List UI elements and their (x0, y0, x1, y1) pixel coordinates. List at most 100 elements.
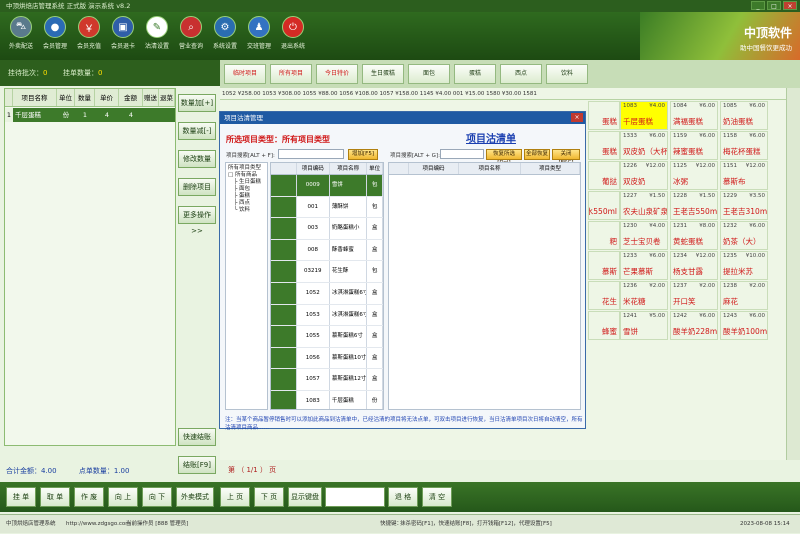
tree-node[interactable]: ├ 生日蛋糕 (228, 179, 265, 186)
product-tile[interactable]: 1228 ¥1.50 王老吉550ml (670, 191, 718, 220)
product-tile-partial[interactable]: 蛋糕 (588, 101, 620, 130)
bottom-button-10[interactable]: 清 空 (422, 487, 452, 507)
product-tile[interactable]: 1229 ¥3.50 王老吉310ml (720, 191, 768, 220)
keyboard-input[interactable] (325, 487, 385, 507)
tree-node[interactable]: ├ 面包 (228, 186, 265, 193)
bottom-button-7[interactable]: 下 页 (254, 487, 284, 507)
available-item-row[interactable]: 1056 慕斯蛋糕10寸盒 (271, 347, 383, 370)
product-tile-partial[interactable]: 花生 (588, 281, 620, 310)
product-tile[interactable]: 1151 ¥12.00 慕斯布 (720, 161, 768, 190)
toolbar-button-2[interactable]: ￥ 会员充值 (72, 16, 106, 58)
product-tile-partial[interactable]: 蛋糕 (588, 131, 620, 160)
category-tab-1[interactable]: 所有项目 (270, 64, 312, 84)
toolbar-button-8[interactable]: ⏻ 退出系统 (276, 16, 310, 58)
tree-node[interactable]: ├ 蛋糕 (228, 193, 265, 200)
product-tile-partial[interactable]: 粑 (588, 221, 620, 250)
quick-checkout-button[interactable]: 快速结账 (178, 428, 216, 446)
bottom-button-4[interactable]: 向 下 (142, 487, 172, 507)
product-tile-partial[interactable]: 水550ml (588, 191, 620, 220)
more-actions-button[interactable]: 更多操作>> (178, 206, 216, 235)
product-tile[interactable]: 1083 ¥4.00 千层蛋糕 (620, 101, 668, 130)
category-tab-6[interactable]: 西点 (500, 64, 542, 84)
product-tile[interactable]: 1242 ¥6.00 酸羊奶228ml (670, 311, 718, 340)
order-row[interactable]: 1 千层蛋糕 份 1 4 4 (5, 108, 175, 122)
product-tile[interactable]: 1230 ¥4.00 芝士宝贝卷 (620, 221, 668, 250)
bottom-button-8[interactable]: 显示键盘 (288, 487, 322, 507)
qty-plus-button[interactable]: 数量加[+] (178, 94, 216, 112)
available-item-row[interactable]: 1057 慕斯蛋糕12寸盒 (271, 369, 383, 391)
available-item-row[interactable]: 1083 千层蛋糕份 (271, 390, 383, 409)
product-tile-partial[interactable]: 葡挞 (588, 161, 620, 190)
category-tab-4[interactable]: 面包 (408, 64, 450, 84)
tree-node[interactable]: 所有项目类型 (228, 165, 265, 172)
product-tile[interactable]: 1232 ¥6.00 奶茶（大） (720, 221, 768, 250)
delete-item-button[interactable]: 删除项目 (178, 178, 216, 196)
product-tile[interactable]: 1158 ¥6.00 梅花杯蛋糕 (720, 131, 768, 160)
product-tile[interactable]: 1233 ¥6.00 芒果慕斯 (620, 251, 668, 280)
available-item-row[interactable]: 03219 花生酥包 (271, 261, 383, 283)
product-tile[interactable]: 1235 ¥10.00 提拉米苏 (720, 251, 768, 280)
toolbar-button-6[interactable]: ⚙ 系统设置 (208, 16, 242, 58)
toolbar-button-3[interactable]: ▣ 会员退卡 (106, 16, 140, 58)
product-tile[interactable]: 1085 ¥6.00 奶油蛋糕 (720, 101, 768, 130)
order-table-header: 项目名称 单位 数量 单价 金额 赠送 退菜 (5, 89, 175, 107)
category-tab-7[interactable]: 饮料 (546, 64, 588, 84)
modify-qty-button[interactable]: 修改数量 (178, 150, 216, 168)
close-button[interactable]: × (783, 1, 797, 10)
available-item-row[interactable]: 1053冰淇淋蛋糕6寸(二层)盒 (271, 304, 383, 327)
add-button[interactable]: 增加[F5] (348, 149, 378, 160)
available-item-row[interactable]: 001 薄酥饼包 (271, 196, 383, 219)
available-item-row[interactable]: 1055 慕斯蛋糕6寸盒 (271, 326, 383, 348)
category-tab-0[interactable]: 临时项目 (224, 64, 266, 84)
product-tile[interactable]: 1236 ¥2.00 米花糖 (620, 281, 668, 310)
available-item-row[interactable]: 1052冰淇淋蛋糕6寸(一层)盒 (271, 282, 383, 305)
restore-all-button[interactable]: 全部恢复 (524, 149, 550, 160)
product-tile[interactable]: 1243 ¥6.00 酸羊奶100ml (720, 311, 768, 340)
product-tile[interactable]: 1227 ¥1.50 农夫山泉矿泉水 (620, 191, 668, 220)
product-grid-scrollbar[interactable] (786, 88, 800, 460)
product-code: 1229 (723, 193, 737, 199)
product-tile[interactable]: 1234 ¥12.00 杨支甘露 (670, 251, 718, 280)
toolbar-button-0[interactable]: ⛍ 外卖配送 (4, 16, 38, 58)
product-tile[interactable]: 1226 ¥12.00 双皮奶 (620, 161, 668, 190)
category-tab-2[interactable]: 今日特价 (316, 64, 358, 84)
product-tile[interactable]: 1125 ¥12.00 冰粥 (670, 161, 718, 190)
product-name: 奶油蛋糕 (723, 117, 753, 126)
product-tile[interactable]: 1084 ¥6.00 满福蛋糕 (670, 101, 718, 130)
category-tab-3[interactable]: 生日蛋糕 (362, 64, 404, 84)
toolbar-button-5[interactable]: ⌕ 营业查询 (174, 16, 208, 58)
bottom-button-2[interactable]: 作 废 (74, 487, 104, 507)
toolbar-button-1[interactable]: ● 会员管理 (38, 16, 72, 58)
product-tile[interactable]: 1333 ¥6.00 双皮奶（大杯） (620, 131, 668, 160)
toolbar-button-4[interactable]: ✎ 沽清设置 (140, 16, 174, 58)
dialog-close-esc-button[interactable]: 关闭[ESC] (552, 149, 580, 166)
available-item-row[interactable]: 0009 雪饼包 (271, 175, 383, 197)
product-tile-partial[interactable]: 蜂蜜 (588, 311, 620, 340)
right-search-input[interactable] (440, 149, 484, 159)
product-tile[interactable]: 1237 ¥2.00 开口笑 (670, 281, 718, 310)
restore-selected-button[interactable]: 恢复所选[Del] (486, 149, 522, 166)
product-tile[interactable]: 1241 ¥5.00 雪饼 (620, 311, 668, 340)
product-tile[interactable]: 1238 ¥2.00 麻花 (720, 281, 768, 310)
dialog-close-button[interactable]: × (571, 113, 583, 122)
tree-node[interactable]: □ 所有商品 (228, 172, 265, 179)
available-item-row[interactable]: 008 酥香蜂蜜盒 (271, 239, 383, 262)
left-search-input[interactable] (278, 149, 344, 159)
bottom-button-9[interactable]: 退 格 (388, 487, 418, 507)
available-item-row[interactable]: 003 奶酪蛋糕小盒 (271, 218, 383, 240)
maximize-button[interactable]: □ (767, 1, 781, 10)
product-tile-partial[interactable]: 慕斯 (588, 251, 620, 280)
toolbar-button-7[interactable]: ♟ 交班管理 (242, 16, 276, 58)
bottom-button-6[interactable]: 上 页 (220, 487, 250, 507)
product-tile[interactable]: 1231 ¥8.00 黄蛇蛋糕 (670, 221, 718, 250)
bottom-button-5[interactable]: 外卖模式 (176, 487, 214, 507)
qty-minus-button[interactable]: 数量减[-] (178, 122, 216, 140)
category-tab-5[interactable]: 蛋糕 (454, 64, 496, 84)
bottom-button-1[interactable]: 取 单 (40, 487, 70, 507)
bottom-button-0[interactable]: 挂 单 (6, 487, 36, 507)
tree-node[interactable]: └ 饮料 (228, 207, 265, 214)
minimize-button[interactable]: _ (751, 1, 765, 10)
bottom-button-3[interactable]: 向 上 (108, 487, 138, 507)
tree-node[interactable]: ├ 西点 (228, 200, 265, 207)
product-tile[interactable]: 1159 ¥6.00 辣蜜蛋糕 (670, 131, 718, 160)
